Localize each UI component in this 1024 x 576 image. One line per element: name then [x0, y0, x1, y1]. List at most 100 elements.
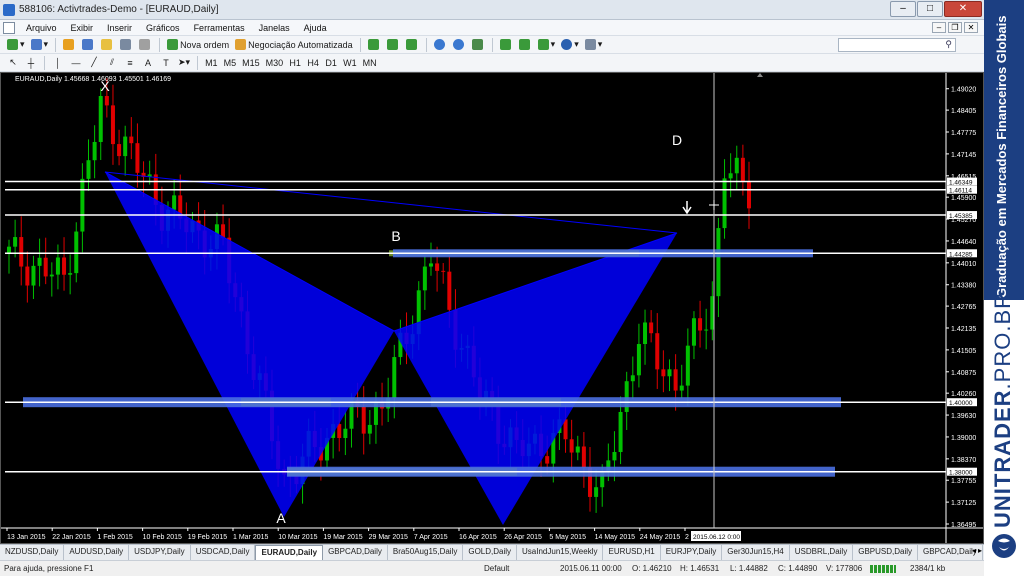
fibonacci-button[interactable]: ≡	[122, 55, 138, 70]
arrows-icon: ➤▾	[178, 57, 191, 67]
bearish-candle	[649, 322, 654, 334]
bearish-candle	[581, 446, 586, 468]
minimize-button[interactable]: –	[890, 1, 916, 17]
trendline-button[interactable]: ╱	[86, 55, 102, 70]
timeframe-d1[interactable]: D1	[323, 55, 339, 70]
indicators-icon	[537, 39, 549, 50]
tile-windows-button[interactable]	[470, 37, 487, 52]
price-label: 1.48405	[951, 108, 976, 115]
chart-tab[interactable]: GOLD,Daily	[463, 545, 518, 560]
menu-help[interactable]: Ajuda	[297, 23, 334, 33]
bullish-candle	[55, 257, 60, 275]
profiles-button[interactable]: ▾	[29, 37, 51, 52]
templates-button[interactable]: ▾	[583, 37, 605, 52]
timeframe-m15[interactable]: M15	[240, 55, 262, 70]
zoom-out-button[interactable]	[451, 37, 468, 52]
bar-chart-button[interactable]	[366, 37, 383, 52]
strategy-tester-button[interactable]	[137, 37, 154, 52]
search-input[interactable]	[838, 38, 956, 52]
chart-tab-active[interactable]: EURAUD,Daily	[255, 545, 324, 560]
chart-tab[interactable]: USDCAD,Daily	[191, 545, 256, 560]
periods-button[interactable]: ▾	[559, 37, 581, 52]
date-label: 24 May 2015	[640, 534, 681, 541]
chart-tab[interactable]: EURUSD,H1	[603, 545, 661, 560]
new-chart-button[interactable]: ▾	[5, 37, 27, 52]
timeframe-h4[interactable]: H4	[305, 55, 321, 70]
connection-indicator-icon[interactable]	[870, 565, 896, 573]
crosshair-button[interactable]: ┼	[23, 55, 39, 70]
menu-file[interactable]: Arquivo	[19, 23, 64, 33]
chart-tab[interactable]: USDJPY,Daily	[129, 545, 191, 560]
timeframe-mn[interactable]: MN	[361, 55, 379, 70]
timeframe-w1[interactable]: W1	[341, 55, 359, 70]
chart-tab[interactable]: GBPUSD,Daily	[853, 545, 919, 560]
maximize-button[interactable]: □	[917, 1, 943, 17]
indicators-button[interactable]: ▾	[536, 37, 558, 52]
terminal-button[interactable]	[118, 37, 135, 52]
menu-charts[interactable]: Gráficos	[139, 23, 187, 33]
text-button[interactable]: A	[140, 55, 156, 70]
auto-trading-label: Negociação Automatizada	[248, 39, 353, 50]
search-icon[interactable]: ⚲	[945, 39, 952, 50]
chart-tab[interactable]: NZDUSD,Daily	[0, 545, 65, 560]
vertical-line-button[interactable]: │	[50, 55, 66, 70]
bearish-candle	[43, 257, 48, 277]
candlestick-button[interactable]	[385, 37, 402, 52]
bearish-candle	[740, 157, 745, 183]
new-chart-icon	[7, 39, 18, 50]
timeframe-m1[interactable]: M1	[203, 55, 220, 70]
channel-button[interactable]: ⫽	[104, 55, 120, 70]
menu-view[interactable]: Exibir	[64, 23, 101, 33]
chart-tab[interactable]: UsaIndJun15,Weekly	[517, 545, 604, 560]
mdi-close-button[interactable]: ✕	[964, 22, 978, 33]
timeframe-m30[interactable]: M30	[264, 55, 286, 70]
horizontal-line-button[interactable]: —	[68, 55, 84, 70]
tile-windows-icon	[471, 39, 483, 50]
chart-tab[interactable]: GBPCAD,Daily	[323, 545, 388, 560]
mdi-minimize-button[interactable]: –	[932, 22, 946, 33]
auto-trading-button[interactable]: Negociação Automatizada	[233, 37, 355, 52]
templates-icon	[584, 39, 596, 50]
chart-shift-button[interactable]	[498, 37, 515, 52]
level-tag-label: 1.38000	[949, 470, 973, 477]
tab-scroll-right-icon[interactable]: ▸	[978, 546, 982, 555]
data-window-button[interactable]	[80, 37, 97, 52]
cursor-button[interactable]: ↖	[5, 55, 21, 70]
bullish-candle	[37, 257, 42, 266]
bullish-candle	[98, 96, 103, 142]
bearish-candle	[129, 136, 134, 144]
navigator-button[interactable]	[99, 37, 116, 52]
price-chart[interactable]: XABD 1.490201.484051.477751.471451.46515…	[1, 73, 983, 543]
pattern-point-a: A	[276, 510, 286, 526]
bullish-candle	[49, 274, 54, 277]
menu-insert[interactable]: Inserir	[100, 23, 139, 33]
chart-tab[interactable]: EURJPY,Daily	[661, 545, 723, 560]
tab-scroll-left-icon[interactable]: ◂	[972, 546, 976, 555]
chart-tab[interactable]: Bra50Aug15,Daily	[388, 545, 464, 560]
timeframe-m5[interactable]: M5	[222, 55, 239, 70]
menu-window[interactable]: Janelas	[252, 23, 297, 33]
label-button[interactable]: T	[158, 55, 174, 70]
autoscroll-button[interactable]	[517, 37, 534, 52]
line-chart-button[interactable]	[404, 37, 421, 52]
chart-tab[interactable]: AUDUSD,Daily	[64, 545, 130, 560]
chart-window-icon[interactable]	[3, 21, 15, 34]
timeframe-h1[interactable]: H1	[287, 55, 303, 70]
level-tag-label: 1.46349	[949, 180, 973, 187]
chart-tab[interactable]: USDBRL,Daily	[790, 545, 854, 560]
arrows-button[interactable]: ➤▾	[176, 55, 192, 70]
metatrader-window: 588106: Activtrades-Demo - [EURAUD,Daily…	[0, 0, 984, 576]
mdi-restore-button[interactable]: ❐	[948, 22, 962, 33]
branding-site-bold: UNITRADER	[990, 389, 1015, 528]
new-order-button[interactable]: Nova ordem	[165, 37, 231, 52]
zoom-in-button[interactable]	[432, 37, 449, 52]
chart-window[interactable]: XABD 1.49020 1.48405 1.47775 1.47145 1.46515…	[0, 72, 984, 544]
price-label: 1.47145	[951, 152, 976, 159]
menu-tools[interactable]: Ferramentas	[187, 23, 252, 33]
market-watch-button[interactable]	[61, 37, 78, 52]
chart-tab[interactable]: Ger30Jun15,H4	[722, 545, 790, 560]
bullish-candle	[422, 266, 427, 291]
zoom-in-icon	[433, 39, 445, 50]
close-button[interactable]: ✕	[944, 1, 982, 17]
branding-site-rest: .PRO.BR	[990, 291, 1015, 390]
